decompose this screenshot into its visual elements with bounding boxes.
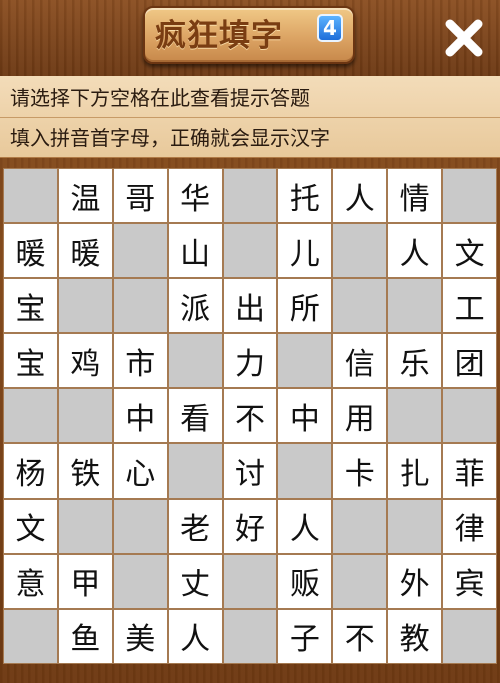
grid-cell-blank[interactable] — [3, 608, 58, 664]
grid-cell-blank[interactable] — [3, 168, 58, 224]
grid-cell-filled[interactable]: 铁 — [57, 443, 113, 499]
grid-cell-filled[interactable]: 教 — [387, 608, 443, 664]
grid-cell-filled[interactable]: 讨 — [222, 443, 278, 499]
grid-cell-filled[interactable]: 华 — [167, 168, 223, 224]
grid-cell-filled[interactable]: 扎 — [387, 443, 443, 499]
grid-cell-filled[interactable]: 意 — [3, 553, 58, 609]
grid-cell-filled[interactable]: 信 — [332, 333, 388, 389]
grid-cell-filled[interactable]: 团 — [442, 333, 498, 389]
grid-cell-blank[interactable] — [387, 498, 443, 554]
grid-cell-blank[interactable] — [277, 333, 333, 389]
grid-cell-blank[interactable] — [57, 498, 113, 554]
grid-cell-blank[interactable] — [167, 443, 223, 499]
grid-cell-filled[interactable]: 所 — [277, 278, 333, 334]
grid-cell-blank[interactable] — [442, 608, 498, 664]
grid-cell-blank[interactable] — [57, 278, 113, 334]
close-button[interactable] — [440, 14, 488, 62]
game-title: 疯狂填字 — [155, 18, 283, 54]
grid-cell-blank[interactable] — [167, 333, 223, 389]
grid-cell-filled[interactable]: 人 — [277, 498, 333, 554]
level-badge: 4 — [317, 14, 343, 42]
grid-cell-filled[interactable]: 看 — [167, 388, 223, 444]
grid-cell-filled[interactable]: 托 — [277, 168, 333, 224]
grid-cell-filled[interactable]: 人 — [387, 223, 443, 279]
hint-panel: 请选择下方空格在此查看提示答题 填入拼音首字母，正确就会显示汉字 — [0, 76, 500, 158]
grid-cell-blank[interactable] — [332, 498, 388, 554]
grid-cell-filled[interactable]: 情 — [387, 168, 443, 224]
grid-cell-filled[interactable]: 鱼 — [57, 608, 113, 664]
grid-cell-filled[interactable]: 外 — [387, 553, 443, 609]
grid-cell-filled[interactable]: 派 — [167, 278, 223, 334]
grid-cell-filled[interactable]: 文 — [442, 223, 498, 279]
grid-cell-filled[interactable]: 老 — [167, 498, 223, 554]
grid-cell-blank[interactable] — [57, 388, 113, 444]
grid-cell-filled[interactable]: 人 — [167, 608, 223, 664]
grid-cell-blank[interactable] — [332, 223, 388, 279]
hint-rule: 填入拼音首字母，正确就会显示汉字 — [10, 126, 330, 150]
grid-cell-filled[interactable]: 工 — [442, 278, 498, 334]
grid-cell-blank[interactable] — [112, 223, 168, 279]
grid-cell-filled[interactable]: 杨 — [3, 443, 58, 499]
grid-cell-filled[interactable]: 卡 — [332, 443, 388, 499]
grid-cell-blank[interactable] — [112, 553, 168, 609]
grid-cell-filled[interactable]: 心 — [112, 443, 168, 499]
grid-cell-blank[interactable] — [332, 278, 388, 334]
grid-cell-filled[interactable]: 美 — [112, 608, 168, 664]
grid-cell-blank[interactable] — [387, 388, 443, 444]
grid-cell-blank[interactable] — [222, 553, 278, 609]
grid-cell-blank[interactable] — [112, 278, 168, 334]
grid-cell-blank[interactable] — [387, 278, 443, 334]
grid-cell-blank[interactable] — [112, 498, 168, 554]
grid-cell-blank[interactable] — [442, 168, 498, 224]
grid-cell-filled[interactable]: 甲 — [57, 553, 113, 609]
grid-cell-filled[interactable]: 宝 — [3, 278, 58, 334]
grid-cell-filled[interactable]: 中 — [277, 388, 333, 444]
grid-cell-filled[interactable]: 暖 — [57, 223, 113, 279]
grid-cell-filled[interactable]: 宾 — [442, 553, 498, 609]
grid-cell-filled[interactable]: 菲 — [442, 443, 498, 499]
hint-instruction: 请选择下方空格在此查看提示答题 — [10, 86, 310, 110]
grid-cell-filled[interactable]: 出 — [222, 278, 278, 334]
grid-cell-filled[interactable]: 不 — [222, 388, 278, 444]
grid-cell-filled[interactable]: 丈 — [167, 553, 223, 609]
grid-cell-blank[interactable] — [222, 168, 278, 224]
grid-cell-filled[interactable]: 暖 — [3, 223, 58, 279]
grid-cell-filled[interactable]: 律 — [442, 498, 498, 554]
grid-cell-filled[interactable]: 力 — [222, 333, 278, 389]
grid-cell-filled[interactable]: 人 — [332, 168, 388, 224]
grid-cell-filled[interactable]: 市 — [112, 333, 168, 389]
grid-cell-filled[interactable]: 温 — [57, 168, 113, 224]
grid-cell-filled[interactable]: 贩 — [277, 553, 333, 609]
grid-cell-blank[interactable] — [3, 388, 58, 444]
grid-cell-filled[interactable]: 好 — [222, 498, 278, 554]
grid-cell-filled[interactable]: 儿 — [277, 223, 333, 279]
grid-cell-filled[interactable]: 文 — [3, 498, 58, 554]
grid-cell-blank[interactable] — [442, 388, 498, 444]
bottom-strip — [0, 664, 500, 683]
grid-cell-blank[interactable] — [222, 223, 278, 279]
grid-cell-filled[interactable]: 哥 — [112, 168, 168, 224]
title-plaque: 疯狂填字 4 — [143, 6, 355, 64]
grid-cell-filled[interactable]: 不 — [332, 608, 388, 664]
top-bar: 疯狂填字 4 — [0, 0, 500, 76]
grid-cell-filled[interactable]: 中 — [112, 388, 168, 444]
grid-cell-filled[interactable]: 宝 — [3, 333, 58, 389]
crossword-board: 温哥华托人情暖暖山儿人文宝派出所工宝鸡市力信乐团中看不中用杨铁心讨卡扎菲文老好人… — [3, 168, 498, 664]
grid-cell-blank[interactable] — [222, 608, 278, 664]
grid-cell-filled[interactable]: 山 — [167, 223, 223, 279]
close-icon — [445, 19, 483, 57]
grid-cell-filled[interactable]: 乐 — [387, 333, 443, 389]
grid-cell-blank[interactable] — [332, 553, 388, 609]
grid-cell-filled[interactable]: 鸡 — [57, 333, 113, 389]
grid-cell-blank[interactable] — [277, 443, 333, 499]
grid-cell-filled[interactable]: 用 — [332, 388, 388, 444]
grid-cell-filled[interactable]: 子 — [277, 608, 333, 664]
